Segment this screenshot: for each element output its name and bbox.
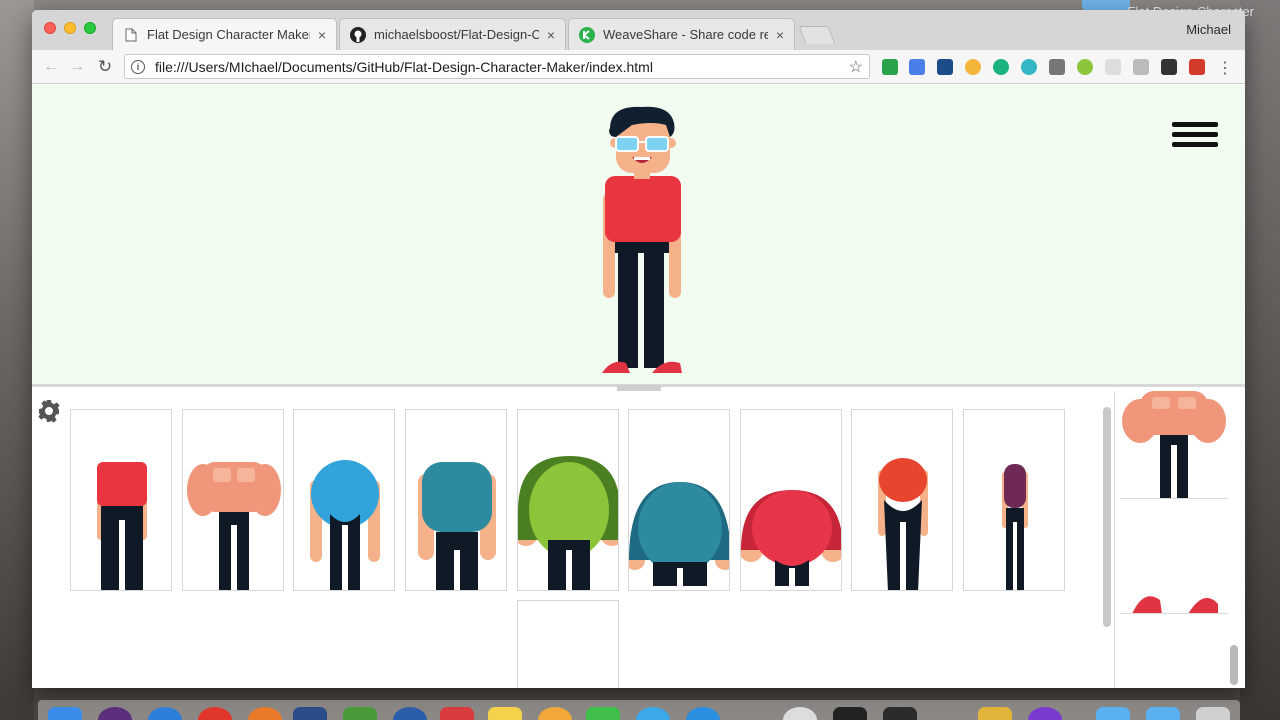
downloads-folder-icon[interactable] <box>1146 707 1180 720</box>
trash-icon[interactable] <box>1196 707 1230 720</box>
folder-icon[interactable] <box>1096 707 1130 720</box>
extension-book-icon[interactable] <box>1189 59 1205 75</box>
selected-shoes-preview[interactable] <box>1120 500 1228 614</box>
clock-icon[interactable] <box>783 707 817 720</box>
tab-github[interactable]: michaelsboost/Flat-Design-Ch × <box>339 18 566 50</box>
info-icon[interactable]: i <box>131 59 145 74</box>
tab-flat-design-character-maker[interactable]: Flat Design Character Maker × <box>112 18 337 50</box>
body-option-teal-dome[interactable] <box>628 409 730 591</box>
body-option-green-big[interactable] <box>517 409 619 591</box>
extension-pocket-icon[interactable] <box>937 59 953 75</box>
options-scrollbar[interactable] <box>1103 407 1111 627</box>
extension-refresh-icon[interactable] <box>882 59 898 75</box>
side-panel-scrollbar[interactable] <box>1230 645 1238 685</box>
app-window-icon[interactable] <box>293 707 327 720</box>
app-lightblue-icon[interactable] <box>636 707 670 720</box>
tab-title: WeaveShare - Share code real <box>603 27 768 42</box>
address-url[interactable]: file:///Users/MIchael/Documents/GitHub/F… <box>155 59 849 75</box>
body-option-next-row[interactable] <box>517 600 619 688</box>
gear-icon[interactable] <box>37 399 61 423</box>
body-option-teal-top[interactable] <box>405 409 507 591</box>
extension-grammarly-icon[interactable] <box>993 59 1009 75</box>
character-figure <box>592 103 692 378</box>
forward-icon[interactable]: → <box>66 56 88 78</box>
desktop-wall-right <box>1240 0 1280 720</box>
github-icon <box>350 26 366 43</box>
extension-translate-icon[interactable] <box>909 59 925 75</box>
siri-icon[interactable] <box>98 707 132 720</box>
app-purple-icon[interactable] <box>1028 707 1062 720</box>
chrome-icon[interactable] <box>198 707 232 720</box>
selected-parts-panel <box>1114 391 1245 688</box>
desktop-wall-left <box>0 0 34 720</box>
weaveshare-icon <box>579 26 595 43</box>
notes-icon[interactable] <box>488 707 522 720</box>
body-option-slim-red[interactable] <box>70 409 172 591</box>
back-icon[interactable]: ← <box>40 56 62 78</box>
app-blue-icon[interactable] <box>393 707 427 720</box>
terminal-icon[interactable] <box>833 707 867 720</box>
firefox-icon[interactable] <box>248 707 282 720</box>
character-preview <box>32 85 1245 391</box>
tab-strip: Flat Design Character Maker × michaelsbo… <box>32 10 1245 50</box>
extension-briefcase-icon[interactable] <box>1161 59 1177 75</box>
browser-menu-icon[interactable]: ⋮ <box>1217 58 1233 78</box>
activity-monitor-icon[interactable] <box>883 707 917 720</box>
maximize-window-button[interactable] <box>84 22 96 34</box>
tab-title: Flat Design Character Maker <box>147 27 310 42</box>
reload-icon[interactable]: ↻ <box>94 56 116 78</box>
extension-w-icon[interactable] <box>1133 59 1149 75</box>
messages-icon[interactable] <box>586 707 620 720</box>
macos-dock <box>38 700 1240 720</box>
calendar-icon[interactable] <box>440 707 474 720</box>
browser-toolbar: ← → ↻ i file:///Users/MIchael/Documents/… <box>32 50 1245 84</box>
app-green-icon[interactable] <box>343 707 377 720</box>
menu-hamburger-icon[interactable] <box>1172 122 1218 148</box>
finder-icon[interactable] <box>48 707 82 720</box>
safari-icon[interactable] <box>148 707 182 720</box>
new-tab-button[interactable] <box>798 26 836 44</box>
extension-m-icon[interactable] <box>1021 59 1037 75</box>
resize-handle[interactable] <box>617 385 661 391</box>
folder-icon[interactable] <box>1082 0 1130 10</box>
tab-weaveshare[interactable]: WeaveShare - Share code real × <box>568 18 795 50</box>
close-window-button[interactable] <box>44 22 56 34</box>
body-option-red-dome[interactable] <box>740 409 842 591</box>
tab-close-icon[interactable]: × <box>776 27 784 43</box>
skype-icon[interactable] <box>686 707 720 720</box>
extension-emoji-icon[interactable] <box>965 59 981 75</box>
body-option-round-blue[interactable] <box>293 409 395 591</box>
app-yellow-icon[interactable] <box>978 707 1012 720</box>
selected-body-preview[interactable] <box>1120 391 1228 499</box>
body-option-purple-thin[interactable] <box>963 409 1065 591</box>
page-icon <box>123 27 139 43</box>
tab-title: michaelsboost/Flat-Design-Ch <box>374 27 539 42</box>
address-bar[interactable]: i file:///Users/MIchael/Documents/GitHub… <box>124 54 870 79</box>
minimize-window-button[interactable] <box>64 22 76 34</box>
tab-close-icon[interactable]: × <box>547 27 555 43</box>
browser-window: Flat Design Character Maker × michaelsbo… <box>32 10 1245 688</box>
body-option-orange-slim[interactable] <box>851 409 953 591</box>
bookmark-star-icon[interactable]: ☆ <box>849 57 863 77</box>
page-content <box>32 85 1245 688</box>
extension-k-icon[interactable] <box>1105 59 1121 75</box>
extension-q-icon[interactable] <box>1077 59 1093 75</box>
extension-grid-icon[interactable] <box>1049 59 1065 75</box>
app-orange-icon[interactable] <box>538 707 572 720</box>
body-option-muscular[interactable] <box>182 409 284 591</box>
profile-name[interactable]: Michael <box>1186 22 1231 37</box>
tab-close-icon[interactable]: × <box>318 27 326 43</box>
